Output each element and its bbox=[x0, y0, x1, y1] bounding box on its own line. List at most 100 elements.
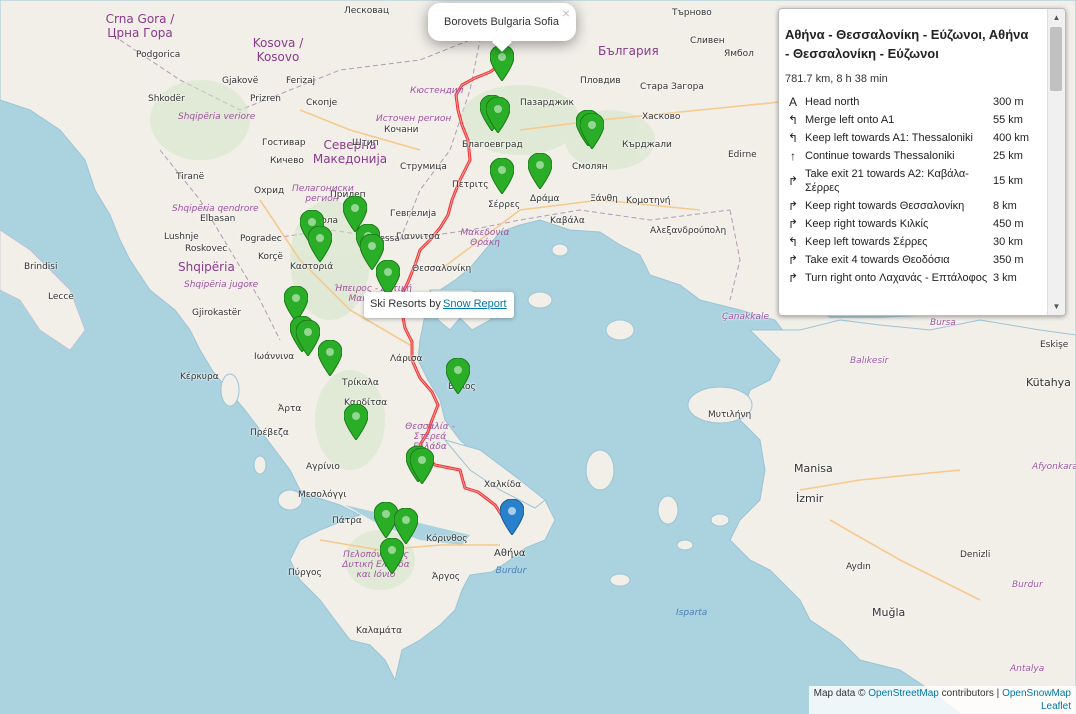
place-label: Kütahya bbox=[1026, 376, 1071, 389]
opensnowmap-link[interactable]: OpenSnowMap bbox=[1002, 688, 1071, 699]
place-label: Burdur bbox=[1012, 580, 1043, 590]
step-instruction: Turn right onto Λαχανάς - Επτάλοφος bbox=[805, 272, 988, 284]
ski-resort-marker[interactable] bbox=[490, 158, 514, 194]
route-scrollbar[interactable]: ▲ ▼ bbox=[1047, 9, 1065, 315]
place-label: Πρέβεζα bbox=[250, 428, 289, 438]
step-distance: 350 m bbox=[993, 254, 1024, 266]
step-distance: 300 m bbox=[993, 96, 1024, 108]
route-step[interactable]: ↰ Keep left towards A1: Thessaloniki 400 k… bbox=[783, 129, 1047, 147]
place-label: Ιωάννινα bbox=[254, 352, 295, 362]
depart-icon: A bbox=[788, 95, 797, 109]
place-label: Αλεξανδρούπολη bbox=[650, 226, 727, 236]
place-label: Μυτιλήνη bbox=[708, 410, 752, 420]
country-label: Северна Македонија bbox=[312, 138, 388, 166]
country-label: Crna Gora / Црна Гора bbox=[105, 12, 175, 40]
route-step[interactable]: ↱ Take exit 4 towards Θεοδόσια 350 m bbox=[783, 251, 1047, 269]
step-distance: 450 m bbox=[993, 218, 1024, 230]
ski-resort-marker[interactable] bbox=[528, 153, 552, 189]
place-label: Τρίκαλα bbox=[342, 378, 379, 388]
start-marker[interactable] bbox=[500, 499, 524, 535]
keep-left-icon: ↰ bbox=[787, 131, 799, 145]
popup-close-button[interactable]: × bbox=[562, 5, 570, 21]
place-label: Pogradec bbox=[240, 234, 282, 244]
place-label: Θεσσαλονίκη bbox=[412, 264, 472, 274]
ski-resort-marker[interactable] bbox=[296, 320, 320, 356]
step-instruction: Head north bbox=[805, 96, 860, 108]
ski-resort-marker[interactable] bbox=[318, 340, 342, 376]
attrib-prefix: Map data © bbox=[813, 688, 869, 699]
routing-panel[interactable]: Αθήνα - Θεσσαλονίκη - Εύζωνοι, Αθήνα - Θ… bbox=[778, 8, 1066, 316]
step-instruction: Keep left towards Σέρρες bbox=[805, 236, 928, 248]
route-step[interactable]: ↱ Take exit 21 towards A2: Καβάλα-Σέρρες 1… bbox=[783, 165, 1047, 197]
region-label: Μακεδονία Θράκη bbox=[460, 228, 510, 248]
place-label: Çanakkale bbox=[722, 312, 769, 322]
step-instruction: Continue towards Thessaloniki bbox=[805, 150, 955, 162]
ski-resort-marker[interactable] bbox=[344, 404, 368, 440]
ski-resort-marker[interactable] bbox=[580, 113, 604, 149]
turn-right-icon: ↱ bbox=[787, 253, 799, 267]
snow-report-link[interactable]: Snow Report bbox=[443, 298, 507, 310]
place-label: Гостивар bbox=[262, 138, 306, 148]
place-label: Tiranë bbox=[176, 172, 205, 182]
attrib-contributors: contributors | bbox=[938, 688, 1003, 699]
place-label: Bursa bbox=[930, 318, 956, 328]
place-label: Ямбол bbox=[724, 49, 754, 59]
place-label: Пловдив bbox=[580, 76, 621, 86]
place-label: Търново bbox=[672, 8, 712, 18]
scroll-up-arrow-icon[interactable]: ▲ bbox=[1048, 9, 1065, 26]
ski-resort-marker[interactable] bbox=[380, 538, 404, 574]
place-label: Гевгелија bbox=[390, 209, 437, 219]
place-label: Κέρκυρα bbox=[180, 372, 219, 382]
route-step[interactable]: ↰ Merge left onto A1 55 km bbox=[783, 111, 1047, 129]
place-label: Κόρινθος bbox=[426, 534, 468, 544]
place-label: Podgorica bbox=[136, 50, 181, 60]
step-instruction: Keep right towards Κιλκίς bbox=[805, 218, 929, 230]
place-label: Ξάνθη bbox=[590, 194, 618, 204]
popup-title: Borovets Bulgaria Sofia bbox=[444, 16, 559, 28]
step-distance: 25 km bbox=[993, 150, 1023, 162]
place-label: Manisa bbox=[794, 462, 833, 475]
layer-label: Ski Resorts by bbox=[370, 298, 441, 310]
map-canvas[interactable]: Crna Gora / Црна Гора Kosova / Kosovo Се… bbox=[0, 0, 1076, 714]
osm-link[interactable]: OpenStreetMap bbox=[868, 688, 939, 699]
turn-right-icon: ↱ bbox=[787, 174, 799, 188]
place-label: Άρτα bbox=[278, 404, 302, 414]
route-steps: A Head north 300 m ↰ Merge left onto A1 55 km… bbox=[783, 93, 1047, 287]
ski-resort-marker[interactable] bbox=[376, 260, 400, 296]
place-label: Кърджали bbox=[622, 140, 672, 150]
keep-right-icon: ↱ bbox=[787, 217, 799, 231]
country-label: Shqipëria bbox=[178, 260, 235, 274]
place-label: Καβάλα bbox=[550, 216, 585, 226]
route-step[interactable]: ↱ Keep right towards Κιλκίς 450 m bbox=[783, 215, 1047, 233]
place-label: Хасково bbox=[642, 112, 681, 122]
scroll-down-arrow-icon[interactable]: ▼ bbox=[1048, 298, 1065, 315]
place-label: Χαλκίδα bbox=[484, 480, 522, 490]
region-label: Shqipëria veriore bbox=[178, 112, 256, 122]
ski-resort-marker[interactable] bbox=[410, 448, 434, 484]
step-distance: 8 km bbox=[993, 200, 1017, 212]
place-label: Balıkesir bbox=[850, 356, 889, 366]
place-label: Roskovec bbox=[185, 244, 228, 254]
place-label: Лесковац bbox=[344, 6, 390, 16]
place-label: Πύργος bbox=[288, 568, 322, 578]
route-step[interactable]: ↑ Continue towards Thessaloniki 25 km bbox=[783, 147, 1047, 165]
place-label: Благоевград bbox=[462, 140, 523, 150]
region-label: Кюстендил bbox=[410, 86, 464, 96]
ski-resort-marker[interactable] bbox=[308, 226, 332, 262]
place-label: Σέρρες bbox=[488, 200, 521, 210]
place-label: Αθήνα bbox=[494, 548, 526, 559]
route-step[interactable]: ↰ Keep left towards Σέρρες 30 km bbox=[783, 233, 1047, 251]
ski-resort-marker[interactable] bbox=[446, 358, 470, 394]
place-label: Λάρισα bbox=[390, 354, 423, 364]
place-label: Gjirokastër bbox=[192, 308, 242, 318]
region-label: Shqipëria qendrore bbox=[172, 204, 259, 214]
route-step[interactable]: ↱ Turn right onto Λαχανάς - Επτάλοφος 3 km bbox=[783, 269, 1047, 287]
route-step[interactable]: A Head north 300 m bbox=[783, 93, 1047, 111]
region-label: Πελοπόννησος Δυτική Ελλάδα και Ιόνιο bbox=[342, 550, 410, 580]
route-step[interactable]: ↱ Keep right towards Θεσσαλονίκη 8 km bbox=[783, 197, 1047, 215]
leaflet-link[interactable]: Leaflet bbox=[1041, 701, 1071, 712]
place-label: Eskişe bbox=[1040, 340, 1069, 350]
scroll-thumb[interactable] bbox=[1050, 27, 1062, 91]
step-instruction: Take exit 21 towards A2: Καβάλα-Σέρρες bbox=[805, 168, 969, 194]
ski-resort-marker[interactable] bbox=[486, 97, 510, 133]
